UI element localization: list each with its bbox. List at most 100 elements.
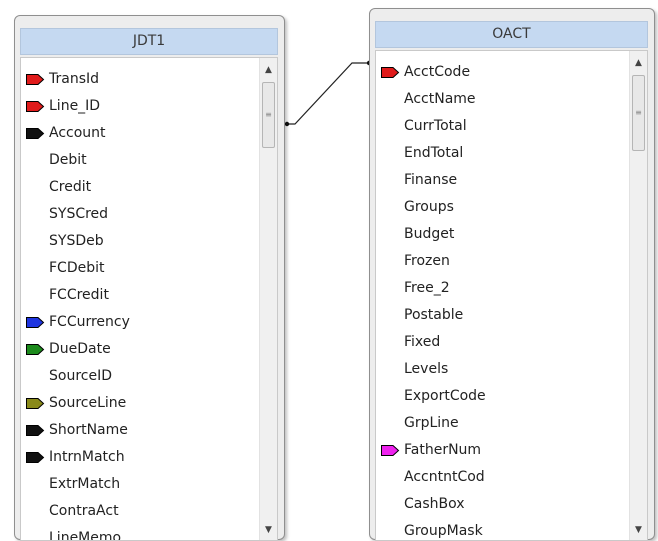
field-row[interactable]: GroupMask xyxy=(376,518,629,540)
key-marker-icon xyxy=(381,445,400,456)
field-row[interactable]: LineMemo xyxy=(21,525,259,541)
field-label: Line_ID xyxy=(49,98,101,114)
key-marker-icon xyxy=(26,452,45,463)
field-label: EndTotal xyxy=(404,145,464,161)
field-row[interactable]: FatherNum xyxy=(376,437,629,464)
field-row[interactable]: IntrnMatch xyxy=(21,444,259,471)
field-row[interactable]: Debit xyxy=(21,147,259,174)
table-jdt1-field-list: TransId Line_ID Account Debit Credit SYSCred S… xyxy=(20,57,278,541)
field-row[interactable]: Budget xyxy=(376,221,629,248)
field-label: ShortName xyxy=(49,422,128,438)
scroll-up-arrow-icon[interactable]: ▲ xyxy=(260,62,277,78)
field-row[interactable]: Postable xyxy=(376,302,629,329)
field-label: LineMemo xyxy=(49,530,122,541)
field-label: CashBox xyxy=(404,496,465,512)
field-row[interactable]: Finanse xyxy=(376,167,629,194)
field-label: CurrTotal xyxy=(404,118,467,134)
field-label: ExtrMatch xyxy=(49,476,121,492)
table-jdt1-scroll-thumb[interactable]: ≡ xyxy=(262,82,275,148)
table-oact[interactable]: OACT AcctCode AcctName CurrTotal EndTotal Fi… xyxy=(369,8,655,541)
table-oact-scrollbar[interactable]: ▲ ≡ ▼ xyxy=(629,51,647,540)
field-label: AccntntCod xyxy=(404,469,485,485)
field-row[interactable]: FCCredit xyxy=(21,282,259,309)
field-row[interactable]: Credit xyxy=(21,174,259,201)
field-label: Debit xyxy=(49,152,87,168)
field-label: GrpLine xyxy=(404,415,459,431)
field-row[interactable]: SYSCred xyxy=(21,201,259,228)
field-row[interactable]: GrpLine xyxy=(376,410,629,437)
field-label: ExportCode xyxy=(404,388,486,404)
field-label: Budget xyxy=(404,226,455,242)
field-label: IntrnMatch xyxy=(49,449,125,465)
field-label: GroupMask xyxy=(404,523,483,539)
scroll-down-arrow-icon[interactable]: ▼ xyxy=(630,522,647,538)
key-marker-icon xyxy=(26,128,45,139)
field-row[interactable]: EndTotal xyxy=(376,140,629,167)
field-row[interactable]: ShortName xyxy=(21,417,259,444)
field-row[interactable]: AccntntCod xyxy=(376,464,629,491)
field-label: Groups xyxy=(404,199,454,215)
table-jdt1-title[interactable]: JDT1 xyxy=(20,28,278,55)
grip-icon: ≡ xyxy=(635,108,642,117)
key-marker-icon xyxy=(26,74,45,85)
table-oact-field-list: AcctCode AcctName CurrTotal EndTotal Finanse… xyxy=(375,50,648,541)
table-oact-title[interactable]: OACT xyxy=(375,21,648,48)
field-label: Account xyxy=(49,125,106,141)
field-label: AcctCode xyxy=(404,64,471,80)
key-marker-icon xyxy=(26,398,45,409)
field-row[interactable]: CashBox xyxy=(376,491,629,518)
field-row[interactable]: Line_ID xyxy=(21,93,259,120)
field-label: Finanse xyxy=(404,172,458,188)
field-row[interactable]: Frozen xyxy=(376,248,629,275)
field-row[interactable]: ExtrMatch xyxy=(21,471,259,498)
field-row[interactable]: DueDate xyxy=(21,336,259,363)
field-label: FatherNum xyxy=(404,442,482,458)
field-label: Fixed xyxy=(404,334,441,350)
field-row[interactable]: FCDebit xyxy=(21,255,259,282)
key-marker-icon xyxy=(381,67,400,78)
field-row[interactable]: AcctCode xyxy=(376,59,629,86)
field-row[interactable]: SYSDeb xyxy=(21,228,259,255)
field-row[interactable]: Fixed xyxy=(376,329,629,356)
field-row[interactable]: CurrTotal xyxy=(376,113,629,140)
field-row[interactable]: ExportCode xyxy=(376,383,629,410)
scroll-up-arrow-icon[interactable]: ▲ xyxy=(630,55,647,71)
key-marker-icon xyxy=(26,317,45,328)
field-label: Free_2 xyxy=(404,280,450,296)
field-row[interactable]: AcctName xyxy=(376,86,629,113)
field-label: FCDebit xyxy=(49,260,105,276)
key-marker-icon xyxy=(26,344,45,355)
scroll-down-arrow-icon[interactable]: ▼ xyxy=(260,522,277,538)
table-jdt1[interactable]: JDT1 TransId Line_ID Account Debit Credit SYS… xyxy=(14,15,285,541)
field-label: TransId xyxy=(49,71,100,87)
field-label: FCCurrency xyxy=(49,314,130,330)
field-label: FCCredit xyxy=(49,287,109,303)
field-label: Postable xyxy=(404,307,464,323)
field-row[interactable]: FCCurrency xyxy=(21,309,259,336)
field-row[interactable]: Levels xyxy=(376,356,629,383)
key-marker-icon xyxy=(26,425,45,436)
field-label: SYSCred xyxy=(49,206,109,222)
field-row[interactable]: Free_2 xyxy=(376,275,629,302)
field-label: DueDate xyxy=(49,341,111,357)
table-jdt1-scrollbar[interactable]: ▲ ≡ ▼ xyxy=(259,58,277,540)
key-marker-icon xyxy=(26,101,45,112)
field-row[interactable]: SourceLine xyxy=(21,390,259,417)
field-label: Frozen xyxy=(404,253,450,269)
field-label: ContraAct xyxy=(49,503,119,519)
field-row[interactable]: TransId xyxy=(21,66,259,93)
field-label: Credit xyxy=(49,179,92,195)
grip-icon: ≡ xyxy=(265,110,272,119)
field-label: SourceID xyxy=(49,368,112,384)
relationship-line xyxy=(284,62,372,125)
relationship-end-dot-left xyxy=(284,121,290,127)
field-label: Levels xyxy=(404,361,449,377)
field-row[interactable]: Groups xyxy=(376,194,629,221)
field-row[interactable]: Account xyxy=(21,120,259,147)
field-label: SYSDeb xyxy=(49,233,104,249)
field-row[interactable]: SourceID xyxy=(21,363,259,390)
table-oact-scroll-thumb[interactable]: ≡ xyxy=(632,75,645,151)
field-row[interactable]: ContraAct xyxy=(21,498,259,525)
field-label: SourceLine xyxy=(49,395,127,411)
field-label: AcctName xyxy=(404,91,476,107)
